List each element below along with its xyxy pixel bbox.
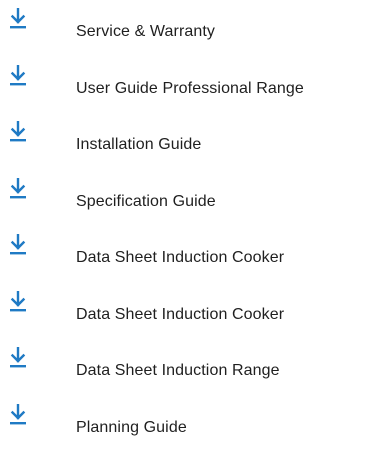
download-item-label[interactable]: User Guide Professional Range [76, 79, 304, 99]
download-item-label[interactable]: Installation Guide [76, 135, 201, 155]
download-icon [9, 65, 27, 87]
download-item-data-sheet-induction-cooker[interactable]: Data Sheet Induction Cooker [0, 226, 367, 283]
download-icon [9, 8, 27, 30]
download-item-service-warranty[interactable]: Service & Warranty [0, 0, 367, 57]
download-icon [9, 178, 27, 200]
download-item-label[interactable]: Specification Guide [76, 192, 216, 212]
download-item-label[interactable]: Service & Warranty [76, 22, 215, 42]
download-item-specification-guide[interactable]: Specification Guide [0, 170, 367, 227]
download-icon [9, 121, 27, 143]
download-icon [9, 404, 27, 426]
download-item-data-sheet-induction-cooker-2[interactable]: Data Sheet Induction Cooker [0, 283, 367, 340]
download-item-label[interactable]: Data Sheet Induction Cooker [76, 248, 284, 268]
download-icon [9, 291, 27, 313]
download-item-label[interactable]: Data Sheet Induction Cooker [76, 305, 284, 325]
download-item-planning-guide[interactable]: Planning Guide [0, 396, 367, 452]
download-item-label[interactable]: Planning Guide [76, 418, 187, 438]
download-icon [9, 347, 27, 369]
download-item-data-sheet-induction-range[interactable]: Data Sheet Induction Range [0, 339, 367, 396]
download-icon [9, 234, 27, 256]
download-item-installation-guide[interactable]: Installation Guide [0, 113, 367, 170]
download-item-label[interactable]: Data Sheet Induction Range [76, 361, 280, 381]
download-list: Service & Warranty User Guide Profession… [0, 0, 367, 452]
download-item-user-guide-professional-range[interactable]: User Guide Professional Range [0, 57, 367, 114]
